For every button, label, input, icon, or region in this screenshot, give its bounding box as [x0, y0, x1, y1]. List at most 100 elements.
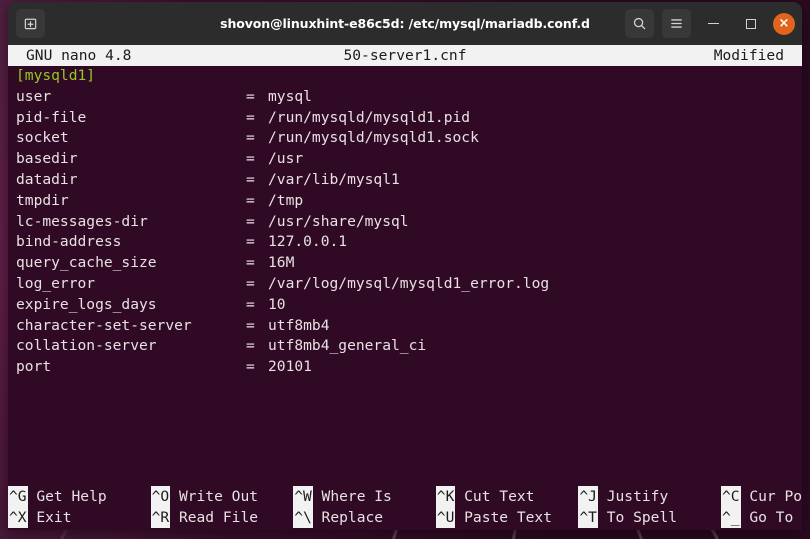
nano-shortcut-key: ^C — [720, 486, 741, 507]
nano-shortcut[interactable]: ^K Cut Text — [435, 486, 579, 507]
nano-shortcut-label: Replace — [321, 509, 384, 526]
config-value: utf8mb4 — [268, 316, 330, 334]
config-line: character-set-server = utf8mb4 — [16, 316, 802, 337]
nano-shortcut-spacer — [534, 486, 578, 507]
config-key: bind-address — [16, 233, 122, 251]
config-value: mysql — [268, 87, 312, 105]
nano-shortcut[interactable]: ^X Exit — [8, 507, 151, 528]
nano-editor-area[interactable]: [mysqld1] user = mysql pid-file = /run/mysqld… — [8, 66, 802, 486]
nano-shortcut-spacer — [552, 507, 578, 528]
config-value: /run/mysqld/mysqld1.sock — [268, 129, 479, 147]
nano-shortcut[interactable]: ^J Justify — [578, 486, 721, 507]
minimize-glyph — [708, 22, 719, 25]
nano-shortcut[interactable]: ^O Write Out — [150, 486, 294, 507]
search-icon[interactable] — [625, 9, 654, 38]
nano-shortcut-label: Justify — [606, 488, 669, 505]
config-equals: = — [246, 274, 255, 292]
config-equals: = — [246, 108, 255, 126]
nano-shortcut-spacer — [107, 486, 151, 507]
nano-shortcut[interactable]: ^T To Spell — [578, 507, 721, 528]
nano-shortcut-label: Paste Text — [464, 509, 553, 526]
nano-shortcut-label: Cur Pos — [749, 488, 802, 505]
config-line: expire_logs_days = 10 — [16, 295, 802, 316]
config-value: 127.0.0.1 — [268, 233, 348, 251]
config-line: socket = /run/mysqld/mysqld1.sock — [16, 128, 802, 149]
close-button[interactable]: × — [773, 12, 795, 35]
config-key: log_error — [16, 274, 96, 292]
config-value: 10 — [268, 295, 286, 313]
config-line: tmpdir = /tmp — [16, 191, 802, 212]
config-line: collation-server = utf8mb4_general_ci — [16, 336, 802, 357]
minimize-button[interactable] — [699, 9, 728, 38]
nano-shortcut-label: To Spell — [606, 509, 678, 526]
config-key: expire_logs_days — [16, 295, 157, 313]
config-equals: = — [246, 358, 255, 376]
config-value: /usr/share/mysql — [268, 212, 409, 230]
config-equals: = — [246, 170, 255, 188]
nano-shortcut-label: Read File — [178, 509, 259, 526]
config-line: user = mysql — [16, 87, 802, 108]
nano-shortcut[interactable]: ^G Get Help — [8, 486, 151, 507]
config-key: socket — [16, 129, 69, 147]
window-titlebar: shovon@linuxhint-e86c5d: /etc/mysql/mari… — [8, 2, 802, 45]
nano-header-wrapper: GNU nano 4.8 50-server1.cnf Modified — [8, 45, 802, 66]
config-value: /var/log/mysql/mysqld1_error.log — [268, 274, 550, 292]
nano-shortcut-spacer — [677, 507, 721, 528]
config-key: tmpdir — [16, 191, 69, 209]
config-key: character-set-server — [16, 316, 192, 334]
config-line: pid-file = /run/mysqld/mysqld1.pid — [16, 108, 802, 129]
nano-shortcut[interactable]: ^W Where Is — [293, 486, 436, 507]
nano-shortcut-key: ^G — [8, 486, 28, 507]
config-value: utf8mb4_general_ci — [268, 337, 427, 355]
config-value: 16M — [268, 254, 295, 272]
nano-shortcut-label: Exit — [36, 509, 72, 526]
titlebar-controls: × — [625, 9, 795, 38]
nano-shortcut-key: ^U — [435, 507, 456, 528]
new-tab-icon[interactable] — [16, 9, 45, 38]
nano-shortcut-key: ^T — [578, 507, 598, 528]
nano-shortcut[interactable]: ^U Paste Text — [435, 507, 579, 528]
nano-shortcut-label: Get Help — [36, 488, 107, 505]
nano-shortcut-key: ^X — [8, 507, 28, 528]
nano-shortcut-key: ^_ — [720, 507, 741, 528]
nano-shortcut-spacer — [72, 507, 151, 528]
config-key: collation-server — [16, 337, 157, 355]
config-equals: = — [246, 337, 255, 355]
maximize-button[interactable] — [736, 9, 765, 38]
maximize-glyph — [745, 18, 756, 29]
nano-shortcut-row-1: ^G Get Help ^O Write Out ^W Where Is ^K Cut … — [8, 486, 802, 507]
nano-shortcut-label: Write Out — [178, 488, 259, 505]
config-key: lc-messages-dir — [16, 212, 148, 230]
config-line: datadir = /var/lib/mysql1 — [16, 170, 802, 191]
nano-shortcut-key: ^K — [435, 486, 456, 507]
config-value: /var/lib/mysql1 — [268, 170, 400, 188]
config-section-header: [mysqld1] — [16, 67, 96, 84]
config-line: bind-address = 127.0.0.1 — [16, 232, 802, 253]
nano-shortcut[interactable]: ^R Read File — [150, 507, 294, 528]
config-key: user — [16, 87, 52, 105]
nano-shortcut-spacer — [258, 486, 293, 507]
terminal-window: shovon@linuxhint-e86c5d: /etc/mysql/mari… — [8, 2, 802, 530]
nano-shortcut[interactable]: ^\ Replace — [293, 507, 436, 528]
config-line: lc-messages-dir = /usr/share/mysql — [16, 212, 802, 233]
nano-shortcut-label: Cut Text — [464, 488, 535, 505]
nano-shortcut-spacer — [668, 486, 721, 507]
config-equals: = — [246, 191, 255, 209]
terminal-content[interactable]: GNU nano 4.8 50-server1.cnf Modified [my… — [8, 45, 802, 530]
config-equals: = — [246, 129, 255, 147]
config-line: basedir = /usr — [16, 149, 802, 170]
nano-shortcut-row-2: ^X Exit ^R Read File ^\ Replace ^U Paste Tex… — [8, 507, 802, 528]
config-equals: = — [246, 150, 255, 168]
nano-shortcut-spacer — [383, 507, 436, 528]
nano-shortcut-key: ^\ — [293, 507, 313, 528]
nano-shortcut[interactable]: ^_ Go To Line — [720, 507, 802, 528]
nano-shortcut-label: Where Is — [321, 488, 392, 505]
config-value: /run/mysqld/mysqld1.pid — [268, 108, 471, 126]
hamburger-menu-icon[interactable] — [662, 9, 691, 38]
nano-filename: 50-server1.cnf — [343, 47, 467, 64]
nano-shortcut-spacer — [258, 507, 293, 528]
config-equals: = — [246, 254, 255, 272]
config-value: 20101 — [268, 358, 312, 376]
nano-shortcut[interactable]: ^C Cur Pos — [720, 486, 802, 507]
nano-shortcut-key: ^R — [150, 507, 171, 528]
